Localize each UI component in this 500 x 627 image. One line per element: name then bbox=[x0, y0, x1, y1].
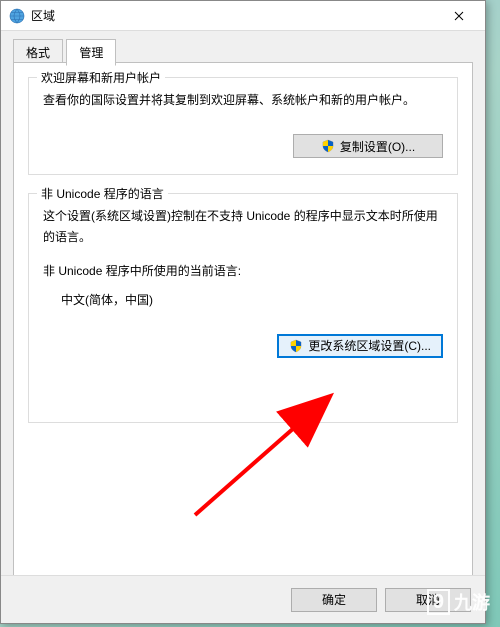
change-locale-label: 更改系统区域设置(C)... bbox=[308, 337, 431, 354]
watermark: 9 九游 bbox=[427, 589, 490, 615]
group-non-unicode-desc: 这个设置(系统区域设置)控制在不支持 Unicode 的程序中显示文本时所使用的… bbox=[43, 206, 443, 247]
watermark-logo-icon: 9 bbox=[427, 589, 450, 615]
group-non-unicode-legend: 非 Unicode 程序的语言 bbox=[37, 185, 168, 202]
tab-strip: 格式 管理 bbox=[13, 38, 485, 62]
close-icon bbox=[454, 11, 464, 21]
titlebar: 区域 bbox=[1, 1, 485, 31]
current-language-label: 非 Unicode 程序中所使用的当前语言: bbox=[43, 261, 443, 281]
tab-admin[interactable]: 管理 bbox=[66, 39, 116, 66]
ok-button[interactable]: 确定 bbox=[291, 588, 377, 612]
close-button[interactable] bbox=[436, 2, 481, 30]
group-welcome-legend: 欢迎屏幕和新用户帐户 bbox=[37, 69, 165, 86]
watermark-text: 九游 bbox=[454, 589, 490, 615]
dialog-footer: 确定 取消 bbox=[1, 575, 485, 623]
change-locale-button[interactable]: 更改系统区域设置(C)... bbox=[277, 334, 443, 358]
globe-icon bbox=[9, 8, 25, 24]
region-dialog: 区域 格式 管理 欢迎屏幕和新用户帐户 查看你的国际设置并将其复制到欢迎屏幕、系… bbox=[0, 0, 486, 624]
dialog-title: 区域 bbox=[31, 7, 436, 24]
copy-settings-label: 复制设置(O)... bbox=[340, 138, 415, 155]
shield-icon bbox=[289, 339, 303, 353]
group-non-unicode: 非 Unicode 程序的语言 这个设置(系统区域设置)控制在不支持 Unico… bbox=[28, 193, 458, 423]
group-welcome-desc: 查看你的国际设置并将其复制到欢迎屏幕、系统帐户和新的用户帐户。 bbox=[43, 90, 443, 110]
group-welcome-accounts: 欢迎屏幕和新用户帐户 查看你的国际设置并将其复制到欢迎屏幕、系统帐户和新的用户帐… bbox=[28, 77, 458, 175]
tab-panel-admin: 欢迎屏幕和新用户帐户 查看你的国际设置并将其复制到欢迎屏幕、系统帐户和新的用户帐… bbox=[13, 62, 473, 582]
shield-icon bbox=[321, 139, 335, 153]
current-language-value: 中文(简体，中国) bbox=[61, 290, 443, 310]
copy-settings-button[interactable]: 复制设置(O)... bbox=[293, 134, 443, 158]
